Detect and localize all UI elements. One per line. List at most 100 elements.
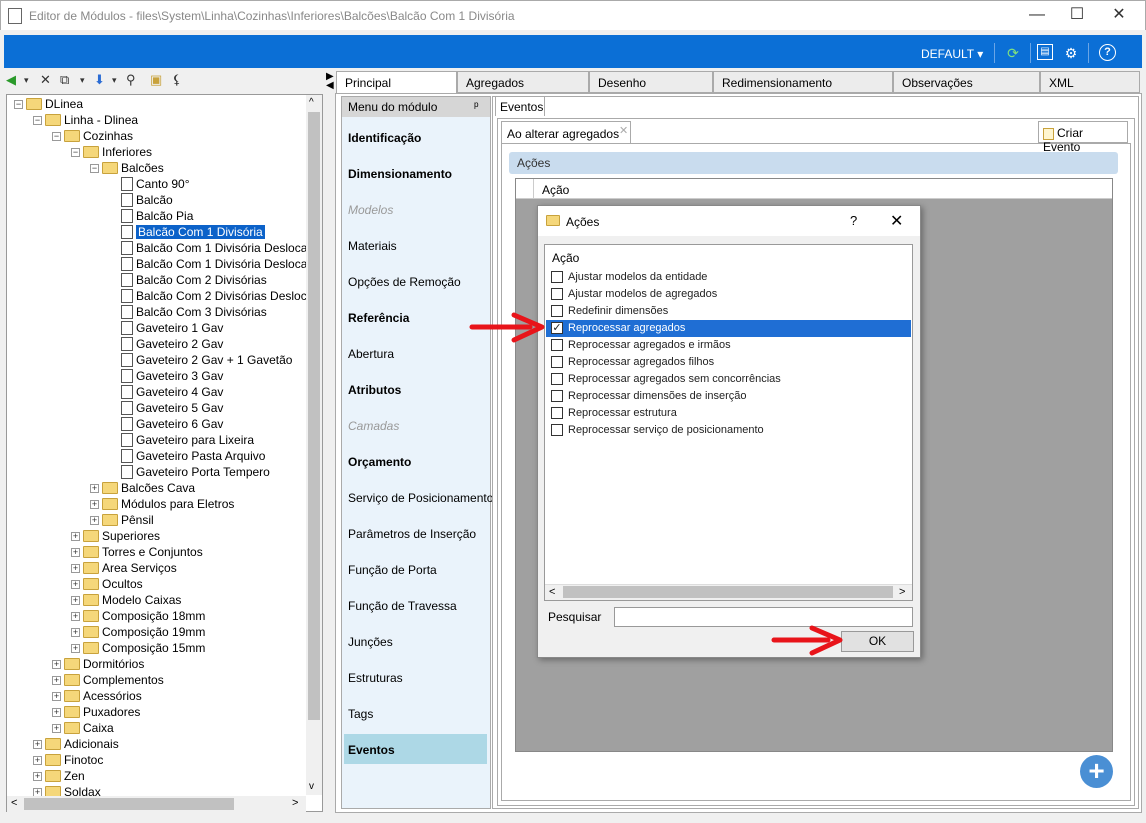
scroll-left-icon[interactable]: < bbox=[549, 586, 555, 598]
action-list-item[interactable]: Ajustar modelos de agregados bbox=[546, 286, 911, 303]
scroll-left-icon[interactable]: < bbox=[11, 797, 17, 809]
tree-expand-toggle[interactable]: + bbox=[33, 772, 42, 781]
action-checkbox[interactable] bbox=[551, 288, 563, 300]
action-checkbox[interactable] bbox=[551, 356, 563, 368]
scroll-down-icon[interactable]: v bbox=[309, 781, 314, 792]
tree-node[interactable]: Gaveteiro Porta Tempero bbox=[121, 464, 270, 480]
tree-node[interactable]: Puxadores bbox=[64, 704, 140, 720]
scroll-right-icon[interactable]: > bbox=[899, 586, 905, 598]
tree-node[interactable]: Canto 90° bbox=[121, 176, 190, 192]
tree-node[interactable]: Balcões Cava bbox=[102, 480, 195, 496]
tree-node[interactable]: Balcão Com 3 Divisórias bbox=[121, 304, 267, 320]
menu-item[interactable]: Materiais bbox=[348, 239, 397, 253]
minimize-button[interactable]: — bbox=[1017, 4, 1057, 26]
menu-item[interactable]: Camadas bbox=[348, 419, 399, 433]
dropdown-icon[interactable]: ▾ bbox=[80, 75, 85, 86]
menu-item[interactable]: Estruturas bbox=[348, 671, 403, 685]
tab-3[interactable]: Redimensionamento bbox=[713, 71, 893, 93]
binoculars-icon[interactable]: ⚲ bbox=[126, 72, 136, 88]
action-checkbox[interactable] bbox=[551, 305, 563, 317]
tree-node[interactable]: Composição 19mm bbox=[83, 624, 205, 640]
tree-expand-toggle[interactable]: − bbox=[52, 132, 61, 141]
menu-item[interactable]: Eventos bbox=[348, 743, 395, 757]
back-icon[interactable]: ◀ bbox=[6, 72, 16, 88]
action-list-item[interactable]: Reprocessar serviço de posicionamento bbox=[546, 422, 911, 439]
menu-item[interactable]: Modelos bbox=[348, 203, 393, 217]
tree-vertical-scroll-thumb[interactable] bbox=[308, 112, 320, 720]
action-checkbox[interactable] bbox=[551, 339, 563, 351]
tree-node[interactable]: Pênsil bbox=[102, 512, 154, 528]
action-list-item[interactable]: Redefinir dimensões bbox=[546, 303, 911, 320]
menu-item[interactable]: Abertura bbox=[348, 347, 394, 361]
action-checkbox[interactable] bbox=[551, 407, 563, 419]
tab-0[interactable]: Principal bbox=[336, 71, 457, 93]
tab-2[interactable]: Desenho bbox=[589, 71, 713, 93]
tree-node[interactable]: Cozinhas bbox=[64, 128, 133, 144]
tree-node[interactable]: Modelo Caixas bbox=[83, 592, 181, 608]
tree-expand-toggle[interactable]: + bbox=[52, 676, 61, 685]
tree-expand-toggle[interactable]: − bbox=[33, 116, 42, 125]
action-checkbox[interactable] bbox=[551, 390, 563, 402]
settings-gears-icon[interactable]: ⚙ bbox=[1062, 44, 1080, 62]
search-input[interactable] bbox=[614, 607, 913, 627]
tree-expand-toggle[interactable]: + bbox=[71, 628, 80, 637]
dropdown-icon[interactable]: ▾ bbox=[24, 75, 29, 86]
copy-icon[interactable]: ⧉ bbox=[60, 72, 69, 88]
tree-node[interactable]: Finotoc bbox=[45, 752, 103, 768]
ok-button[interactable]: OK bbox=[841, 631, 914, 652]
event-subtab[interactable]: Ao alterar agregados ✕ bbox=[501, 121, 631, 143]
action-list-item[interactable]: ✓ Reprocessar agregados bbox=[546, 320, 911, 337]
tree-node[interactable]: Balcão Com 1 Divisória Desloca bbox=[121, 256, 307, 272]
tab-4[interactable]: Observações bbox=[893, 71, 1040, 93]
tree-node[interactable]: Balcão Com 2 Divisórias Desloc bbox=[121, 288, 307, 304]
action-list-item[interactable]: Reprocessar agregados filhos bbox=[546, 354, 911, 371]
tree-node[interactable]: Linha - Dlinea bbox=[45, 112, 138, 128]
tree-expand-toggle[interactable]: + bbox=[71, 564, 80, 573]
tree-node[interactable]: Gaveteiro 2 Gav bbox=[121, 336, 223, 352]
tree-node[interactable]: Adicionais bbox=[45, 736, 119, 752]
tree-node[interactable]: Balcão bbox=[121, 192, 173, 208]
menu-item[interactable]: Serviço de Posicionamento bbox=[348, 491, 493, 505]
action-list-item[interactable]: Ajustar modelos da entidade bbox=[546, 269, 911, 286]
action-checkbox[interactable] bbox=[551, 271, 563, 283]
tree-node[interactable]: Composição 18mm bbox=[83, 608, 205, 624]
action-checkbox[interactable] bbox=[551, 373, 563, 385]
menu-item[interactable]: Atributos bbox=[348, 383, 401, 397]
pin-icon[interactable]: ᵖ bbox=[474, 99, 479, 113]
tree-expand-toggle[interactable]: + bbox=[33, 756, 42, 765]
tree-expand-toggle[interactable]: − bbox=[90, 164, 99, 173]
action-checkbox[interactable] bbox=[551, 424, 563, 436]
tree-node[interactable]: Caixa bbox=[64, 720, 114, 736]
help-icon[interactable]: ? bbox=[1099, 44, 1116, 61]
tree-expand-toggle[interactable]: + bbox=[52, 692, 61, 701]
refresh-icon[interactable]: ⟳ bbox=[1004, 44, 1022, 62]
menu-item[interactable]: Parâmetros de Inserção bbox=[348, 527, 476, 541]
profile-dropdown[interactable]: DEFAULT ▾ bbox=[921, 47, 983, 61]
dialog-close-button[interactable]: ✕ bbox=[890, 211, 903, 231]
paste-icon[interactable]: ⬇ bbox=[94, 72, 105, 88]
tree-node[interactable]: Balcão Com 1 Divisória Desloca bbox=[121, 240, 307, 256]
action-checkbox[interactable]: ✓ bbox=[551, 322, 563, 334]
maximize-button[interactable]: ☐ bbox=[1057, 4, 1097, 26]
tree-node[interactable]: DLinea bbox=[26, 96, 83, 112]
tree-node[interactable]: Composição 15mm bbox=[83, 640, 205, 656]
action-list-item[interactable]: Reprocessar dimensões de inserção bbox=[546, 388, 911, 405]
action-list-item[interactable]: Reprocessar agregados e irmãos bbox=[546, 337, 911, 354]
tree-node[interactable]: Balcões bbox=[102, 160, 164, 176]
tab-1[interactable]: Agregados bbox=[457, 71, 589, 93]
tree-node[interactable]: Ocultos bbox=[83, 576, 143, 592]
close-subtab-icon[interactable]: ✕ bbox=[619, 124, 628, 137]
close-button[interactable]: ✕ bbox=[1099, 4, 1139, 26]
tab-5[interactable]: XML bbox=[1040, 71, 1140, 93]
tree-node[interactable]: Gaveteiro 4 Gav bbox=[121, 384, 223, 400]
tree-expand-toggle[interactable]: + bbox=[52, 724, 61, 733]
tree-structure-icon[interactable]: ⚸ bbox=[172, 72, 182, 88]
tree-node[interactable]: Superiores bbox=[83, 528, 160, 544]
tree-expand-toggle[interactable]: + bbox=[71, 596, 80, 605]
tree-expand-toggle[interactable]: + bbox=[90, 516, 99, 525]
tree-node[interactable]: Torres e Conjuntos bbox=[83, 544, 203, 560]
scroll-right-icon[interactable]: > bbox=[292, 797, 298, 809]
tree-node[interactable]: Gaveteiro 1 Gav bbox=[121, 320, 223, 336]
tree-node[interactable]: Zen bbox=[45, 768, 85, 784]
tree-node[interactable]: Gaveteiro 3 Gav bbox=[121, 368, 223, 384]
